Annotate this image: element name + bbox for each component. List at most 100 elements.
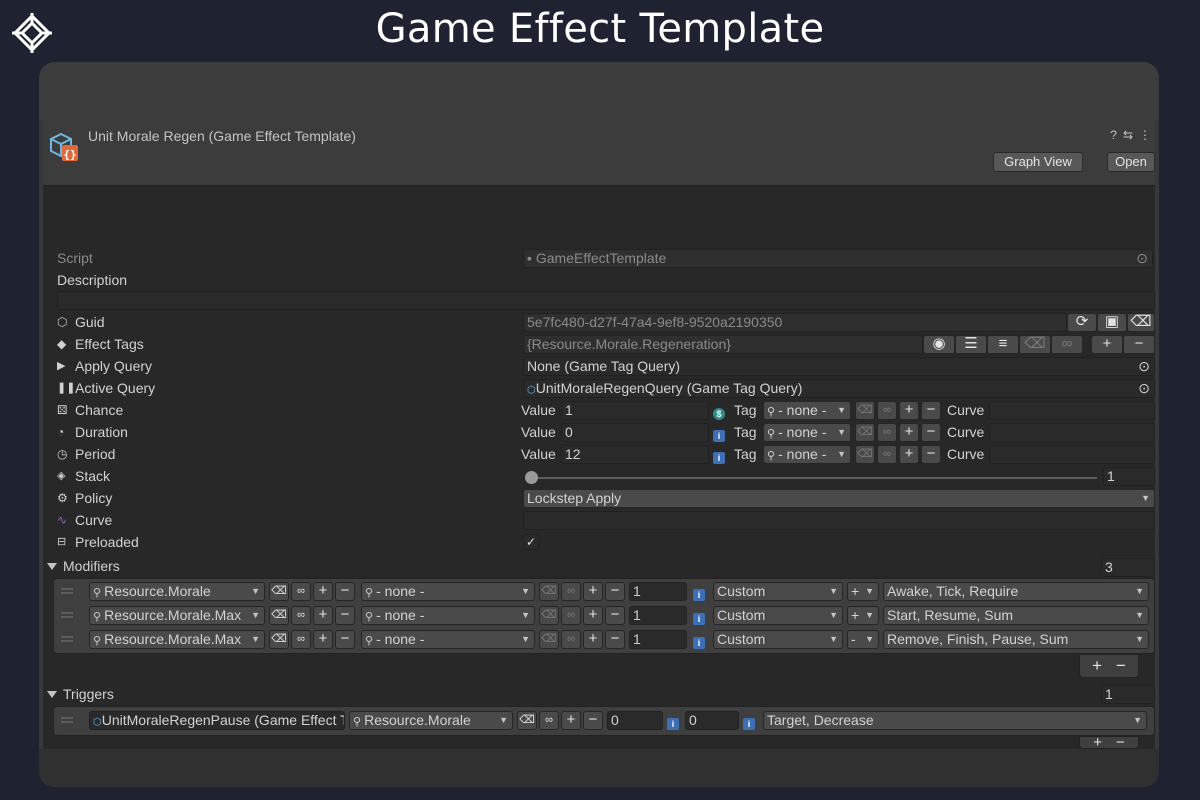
modifier-events-dropdown[interactable]: Awake, Tick, Require ▼ (883, 582, 1149, 601)
add-button[interactable]: + (899, 423, 919, 442)
add-button[interactable]: + (313, 582, 333, 601)
script-field[interactable]: ▪ GameEffectTemplate ⊙ (523, 249, 1153, 268)
active-query-field[interactable]: ⬡UnitMoraleRegenQuery (Game Tag Query) ⊙ (523, 379, 1155, 398)
modifier-tag-dropdown[interactable]: ⚲ - none - ▼ (361, 630, 535, 649)
remove-button[interactable]: − (335, 606, 355, 625)
stack-slider-handle[interactable] (525, 471, 538, 484)
list-icon[interactable]: ≡ (987, 335, 1019, 354)
modifier-attribute-dropdown[interactable]: ⚲ Resource.Morale ▼ (89, 582, 265, 601)
duration-tag-dropdown[interactable]: ⚲ - none - ▼ (763, 423, 851, 442)
presets-icon[interactable]: ⇆ (1123, 128, 1133, 142)
help-icon[interactable]: ? (1110, 128, 1117, 142)
policy-dropdown[interactable]: Lockstep Apply ▼ (523, 489, 1155, 508)
menu-icon[interactable]: ⋮ (1139, 128, 1151, 142)
add-button[interactable]: + (899, 401, 919, 420)
unlink-icon[interactable]: ∞ (561, 582, 581, 601)
remove-button[interactable]: − (605, 582, 625, 601)
link-icon[interactable]: ∞ (291, 606, 311, 625)
remove-button[interactable]: − (921, 445, 941, 464)
remove-button[interactable]: − (583, 711, 603, 730)
modifier-events-dropdown[interactable]: Remove, Finish, Pause, Sum ▼ (883, 630, 1149, 649)
remove-button[interactable]: − (921, 401, 941, 420)
period-curve-field[interactable] (989, 445, 1155, 464)
remove-button[interactable]: − (921, 423, 941, 442)
apply-query-field[interactable]: None (Game Tag Query) ⊙ (523, 357, 1155, 376)
preloaded-checkbox[interactable]: ✓ (523, 534, 539, 550)
trigger-effect-field[interactable]: ⬡UnitMoraleRegenPause (Game Effect Templ… (89, 711, 345, 730)
trigger-value-b-input[interactable]: 0 (685, 711, 739, 730)
eraser-icon[interactable]: ⌫ (269, 582, 289, 601)
description-field[interactable] (57, 291, 1155, 310)
tag-eraser-icon[interactable]: ⌫ (1019, 335, 1051, 354)
remove-modifier-button[interactable]: − (1116, 656, 1126, 676)
triggers-count-input[interactable]: 1 (1101, 685, 1155, 704)
link-icon[interactable]: ∞ (539, 711, 559, 730)
drag-handle-icon[interactable] (61, 717, 73, 723)
add-trigger-button[interactable]: + (1093, 737, 1102, 748)
add-button[interactable]: + (313, 630, 333, 649)
add-button[interactable]: + (583, 630, 603, 649)
chance-tag-dropdown[interactable]: ⚲ - none - ▼ (763, 401, 851, 420)
trigger-attribute-dropdown[interactable]: ⚲ Resource.Morale ▼ (349, 711, 513, 730)
eraser-icon[interactable]: ⌫ (539, 606, 559, 625)
add-button[interactable]: + (899, 445, 919, 464)
object-picker-icon[interactable]: ⊙ (1138, 358, 1150, 375)
add-tag-button[interactable]: + (1091, 335, 1123, 354)
guid-field[interactable]: 5e7fc480-d27f-47a4-9ef8-9520a2190350 (523, 313, 1067, 332)
curve-field[interactable] (523, 511, 1155, 530)
modifier-attribute-dropdown[interactable]: ⚲ Resource.Morale.Max ▼ (89, 606, 265, 625)
modifier-op-dropdown[interactable]: + ▼ (847, 606, 879, 625)
refresh-icon[interactable]: ⟳ (1067, 313, 1097, 332)
chance-curve-field[interactable] (989, 401, 1155, 420)
stack-value-input[interactable]: 1 (1103, 467, 1155, 486)
remove-button[interactable]: − (605, 630, 625, 649)
modifier-op-dropdown[interactable]: - ▼ (847, 630, 879, 649)
modifier-tag-dropdown[interactable]: ⚲ - none - ▼ (361, 582, 535, 601)
modifier-value-input[interactable]: 1 (629, 630, 687, 649)
eraser-icon[interactable]: ⌫ (539, 630, 559, 649)
modifier-value-input[interactable]: 1 (629, 606, 687, 625)
modifiers-foldout[interactable]: Modifiers (47, 556, 120, 576)
add-button[interactable]: + (313, 606, 333, 625)
remove-button[interactable]: − (335, 582, 355, 601)
link-icon[interactable]: ∞ (291, 630, 311, 649)
period-value-input[interactable]: 12 (561, 445, 709, 464)
unlink-icon[interactable]: ∞ (561, 630, 581, 649)
duration-curve-field[interactable] (989, 423, 1155, 442)
drag-handle-icon[interactable] (61, 636, 73, 642)
unlink-icon[interactable]: ∞ (1051, 335, 1083, 354)
object-picker-icon[interactable]: ⊙ (1136, 250, 1148, 267)
unlink-icon[interactable]: ∞ (877, 401, 897, 420)
add-button[interactable]: + (583, 606, 603, 625)
eraser-icon[interactable]: ⌫ (539, 582, 559, 601)
duration-value-input[interactable]: 0 (561, 423, 709, 442)
modifier-attribute-dropdown[interactable]: ⚲ Resource.Morale.Max ▼ (89, 630, 265, 649)
eraser-icon[interactable]: ⌫ (855, 401, 875, 420)
eraser-icon[interactable]: ⌫ (517, 711, 537, 730)
eraser-icon[interactable]: ⌫ (855, 445, 875, 464)
drag-handle-icon[interactable] (61, 588, 73, 594)
modifier-value-input[interactable]: 1 (629, 582, 687, 601)
remove-button[interactable]: − (605, 606, 625, 625)
chance-value-input[interactable]: 1 (561, 401, 709, 420)
add-button[interactable]: + (561, 711, 581, 730)
modifier-mode-dropdown[interactable]: Custom ▼ (713, 582, 843, 601)
unlink-icon[interactable]: ∞ (877, 423, 897, 442)
open-button[interactable]: Open (1107, 152, 1155, 172)
modifier-mode-dropdown[interactable]: Custom ▼ (713, 630, 843, 649)
eye-icon[interactable]: ◉ (923, 335, 955, 354)
indent-icon[interactable]: ☰ (955, 335, 987, 354)
trigger-events-dropdown[interactable]: Target, Decrease ▼ (763, 711, 1147, 730)
eraser-icon[interactable]: ⌫ (855, 423, 875, 442)
modifiers-count-input[interactable]: 3 (1101, 558, 1155, 577)
remove-tag-button[interactable]: − (1123, 335, 1155, 354)
stack-slider-track[interactable] (531, 477, 1097, 479)
unlink-icon[interactable]: ∞ (877, 445, 897, 464)
trigger-value-a-input[interactable]: 0 (607, 711, 663, 730)
remove-trigger-button[interactable]: − (1116, 737, 1125, 748)
add-button[interactable]: + (583, 582, 603, 601)
eraser-icon[interactable]: ⌫ (1127, 313, 1155, 332)
save-icon[interactable]: ▣ (1097, 313, 1127, 332)
triggers-foldout[interactable]: Triggers (47, 684, 114, 704)
period-tag-dropdown[interactable]: ⚲ - none - ▼ (763, 445, 851, 464)
